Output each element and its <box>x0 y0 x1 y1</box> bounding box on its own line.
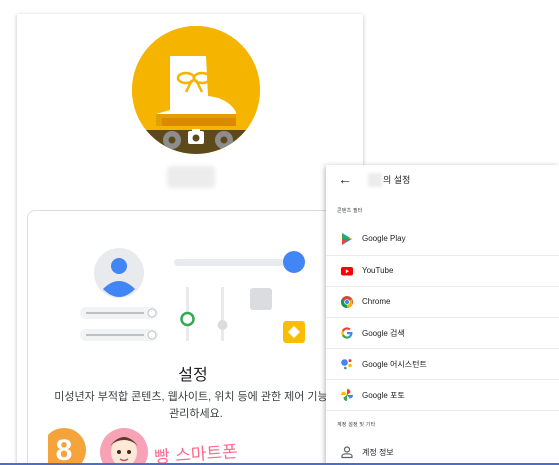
google-photos-icon <box>341 389 353 401</box>
list-item-google-search[interactable]: Google 검색 <box>326 317 559 348</box>
list-item-account-info[interactable]: 계정 정보 <box>326 437 559 465</box>
watermark-badges: 8 <box>42 428 148 465</box>
child-avatar[interactable] <box>132 26 260 154</box>
settings-panel: ← 의 설정 콘텐츠 필터 Google Play YouTube Chrome <box>326 165 559 465</box>
panel-name-redacted <box>368 173 382 187</box>
description-line-1: 미성년자 부적합 콘텐츠, 웹사이트, 위치 등에 관한 제어 기능을 <box>54 391 338 403</box>
google-g-icon <box>341 327 353 339</box>
list-item-label: Google 어시스턴트 <box>362 360 427 369</box>
list-item-chrome[interactable]: Chrome <box>326 286 559 317</box>
google-assistant-icon <box>341 359 352 370</box>
child-profile-card: 설정 미성년자 부적합 콘텐츠, 웹사이트, 위치 등에 관한 제어 기능을 관… <box>17 14 363 465</box>
settings-title: 설정 <box>178 367 208 384</box>
watermark-text: 빵 스마트폰 <box>153 442 239 465</box>
panel-header: ← 의 설정 <box>326 165 559 195</box>
list-item-google-photos[interactable]: Google 포토 <box>326 379 559 410</box>
youtube-icon <box>341 267 353 276</box>
panel-title: 의 설정 <box>383 175 411 185</box>
settings-illustration <box>80 248 305 343</box>
list-item-label: Google 검색 <box>362 329 405 338</box>
list-item-label: YouTube <box>362 266 394 275</box>
google-play-icon <box>342 233 352 245</box>
back-arrow-icon[interactable]: ← <box>336 170 354 188</box>
watermark-number: 8 <box>56 434 73 465</box>
list-item-label: 계정 정보 <box>362 448 394 457</box>
list-item-google-assistant[interactable]: Google 어시스턴트 <box>326 348 559 379</box>
child-name-redacted <box>167 166 215 188</box>
list-item-label: Chrome <box>362 297 391 306</box>
watermark: 8 빵 스마트폰 <box>42 418 278 465</box>
roller-skate-illustration <box>132 26 260 154</box>
list-item-label: Google Play <box>362 234 406 243</box>
section-account-settings: 계정 설정 및 기타 <box>337 422 376 428</box>
person-icon <box>341 446 353 459</box>
list-item-label: Google 포토 <box>362 391 405 400</box>
chrome-icon <box>340 296 353 308</box>
list-item-google-play[interactable]: Google Play <box>326 224 559 255</box>
list-item-youtube[interactable]: YouTube <box>326 255 559 286</box>
section-content-filters: 콘텐츠 필터 <box>337 208 363 214</box>
